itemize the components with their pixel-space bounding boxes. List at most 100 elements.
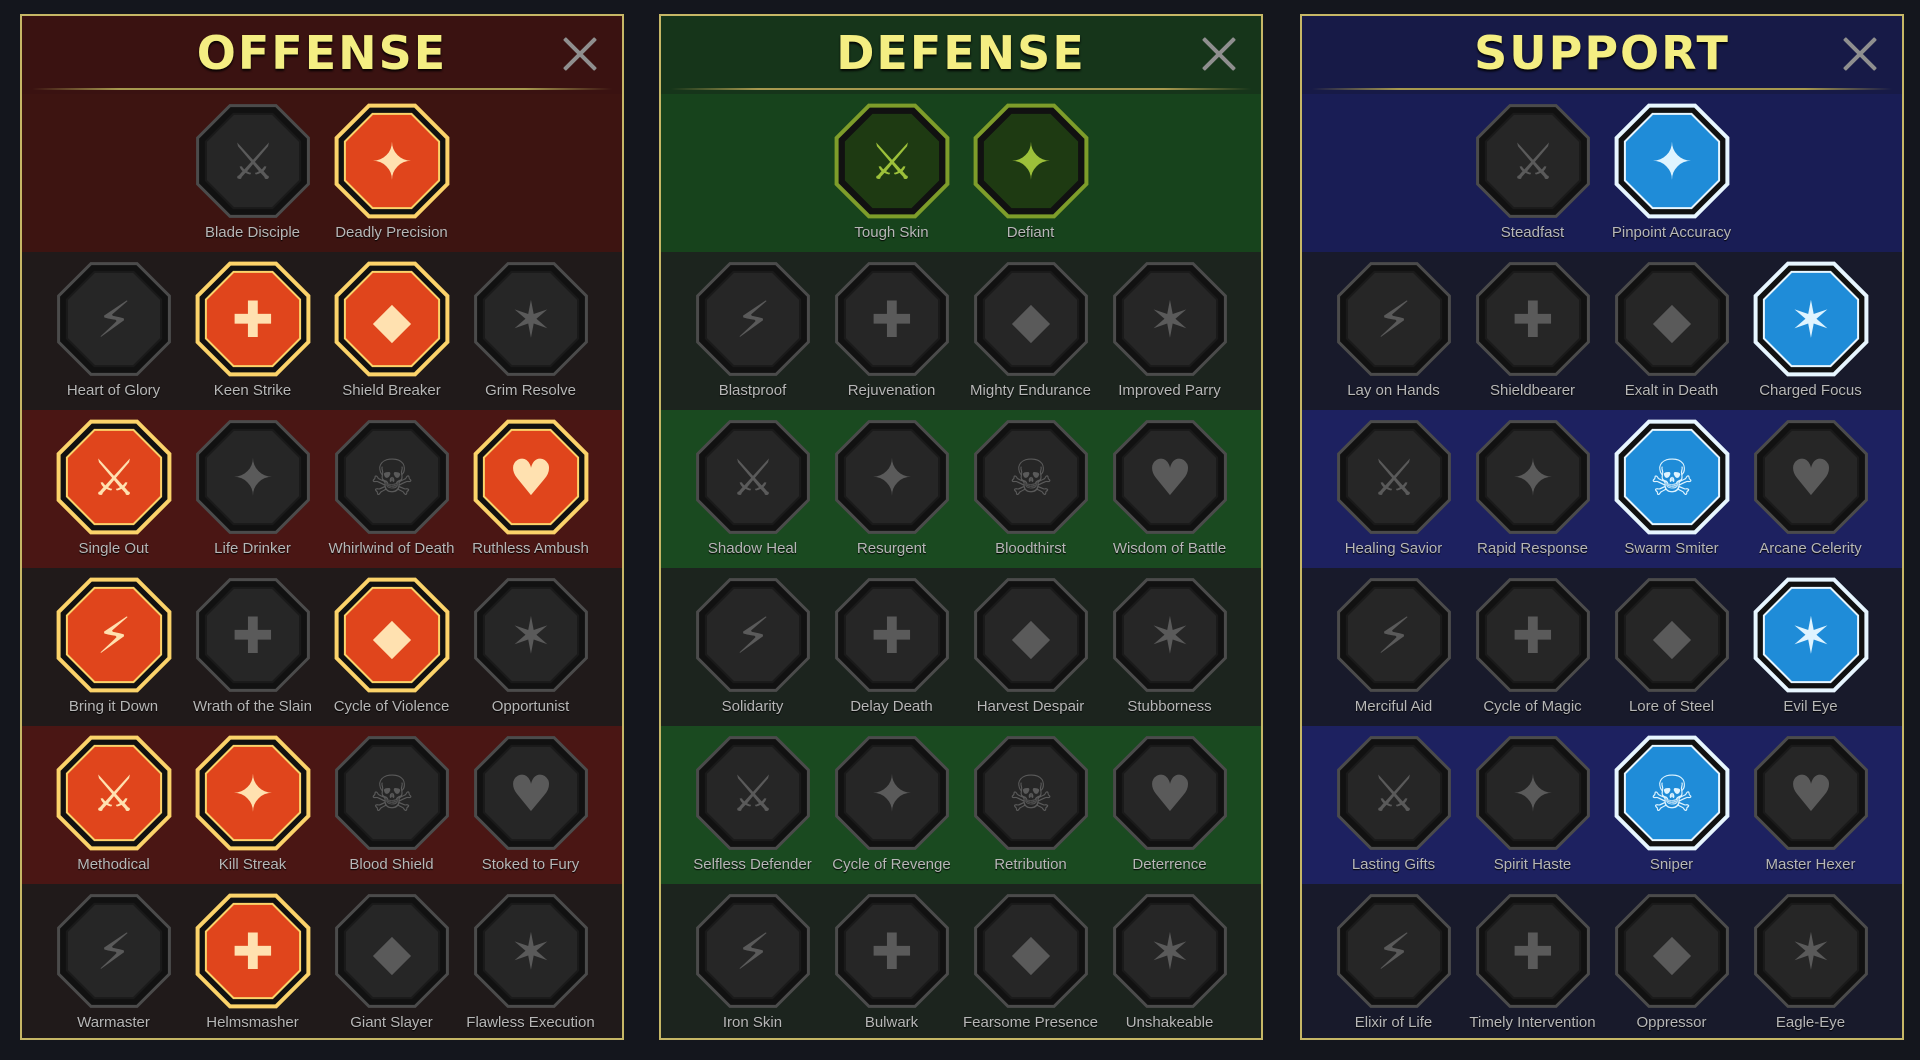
mastery-badge[interactable]: ⚡ xyxy=(1333,258,1455,380)
mastery-badge[interactable]: ✶ xyxy=(1750,258,1872,380)
mastery-grim-resolve[interactable]: ✶ Grim Resolve xyxy=(461,258,600,399)
mastery-badge[interactable]: ✚ xyxy=(192,890,314,1012)
close-icon[interactable] xyxy=(558,32,602,76)
mastery-badge[interactable]: ◆ xyxy=(1611,890,1733,1012)
mastery-deadly-precision[interactable]: ✦ Deadly Precision xyxy=(322,100,461,241)
mastery-badge[interactable]: ♥ xyxy=(1750,732,1872,854)
mastery-badge[interactable]: ♥ xyxy=(470,732,592,854)
mastery-blastproof[interactable]: ⚡ Blastproof xyxy=(683,258,822,399)
mastery-resurgent[interactable]: ✦ Resurgent xyxy=(822,416,961,557)
mastery-badge[interactable]: ◆ xyxy=(331,890,453,1012)
mastery-iron-skin[interactable]: ⚡ Iron Skin xyxy=(683,890,822,1031)
mastery-badge[interactable]: ⚔ xyxy=(1472,100,1594,222)
mastery-badge[interactable]: ✶ xyxy=(1750,890,1872,1012)
mastery-master-hexer[interactable]: ♥ Master Hexer xyxy=(1741,732,1880,873)
mastery-keen-strike[interactable]: ✚ Keen Strike xyxy=(183,258,322,399)
mastery-badge[interactable]: ⚔ xyxy=(53,416,175,538)
mastery-badge[interactable]: ✚ xyxy=(1472,890,1594,1012)
mastery-cycle-of-revenge[interactable]: ✦ Cycle of Revenge xyxy=(822,732,961,873)
mastery-oppressor[interactable]: ◆ Oppressor xyxy=(1602,890,1741,1031)
mastery-badge[interactable]: ✦ xyxy=(831,416,953,538)
mastery-badge[interactable]: ✦ xyxy=(192,732,314,854)
close-icon[interactable] xyxy=(1838,32,1882,76)
mastery-badge[interactable]: ✶ xyxy=(1109,258,1231,380)
mastery-badge[interactable]: ◆ xyxy=(970,890,1092,1012)
mastery-lasting-gifts[interactable]: ⚔ Lasting Gifts xyxy=(1324,732,1463,873)
mastery-badge[interactable]: ◆ xyxy=(1611,574,1733,696)
mastery-badge[interactable]: ♥ xyxy=(1109,416,1231,538)
mastery-badge[interactable]: ♥ xyxy=(1750,416,1872,538)
mastery-badge[interactable]: ✚ xyxy=(1472,258,1594,380)
mastery-badge[interactable]: ◆ xyxy=(331,574,453,696)
mastery-badge[interactable]: ✶ xyxy=(1750,574,1872,696)
mastery-badge[interactable]: ☠ xyxy=(1611,732,1733,854)
mastery-kill-streak[interactable]: ✦ Kill Streak xyxy=(183,732,322,873)
mastery-life-drinker[interactable]: ✦ Life Drinker xyxy=(183,416,322,557)
mastery-helmsmasher[interactable]: ✚ Helmsmasher xyxy=(183,890,322,1031)
mastery-bulwark[interactable]: ✚ Bulwark xyxy=(822,890,961,1031)
mastery-badge[interactable]: ✶ xyxy=(470,890,592,1012)
mastery-badge[interactable]: ⚔ xyxy=(692,732,814,854)
mastery-steadfast[interactable]: ⚔ Steadfast xyxy=(1463,100,1602,241)
mastery-defiant[interactable]: ✦ Defiant xyxy=(961,100,1100,241)
mastery-charged-focus[interactable]: ✶ Charged Focus xyxy=(1741,258,1880,399)
mastery-arcane-celerity[interactable]: ♥ Arcane Celerity xyxy=(1741,416,1880,557)
mastery-sniper[interactable]: ☠ Sniper xyxy=(1602,732,1741,873)
mastery-eagle-eye[interactable]: ✶ Eagle-Eye xyxy=(1741,890,1880,1031)
mastery-badge[interactable]: ☠ xyxy=(331,416,453,538)
mastery-badge[interactable]: ✶ xyxy=(470,574,592,696)
mastery-shadow-heal[interactable]: ⚔ Shadow Heal xyxy=(683,416,822,557)
mastery-merciful-aid[interactable]: ⚡ Merciful Aid xyxy=(1324,574,1463,715)
mastery-elixir-of-life[interactable]: ⚡ Elixir of Life xyxy=(1324,890,1463,1031)
mastery-badge[interactable]: ⚡ xyxy=(53,258,175,380)
mastery-warmaster[interactable]: ⚡ Warmaster xyxy=(44,890,183,1031)
mastery-exalt-in-death[interactable]: ◆ Exalt in Death xyxy=(1602,258,1741,399)
mastery-badge[interactable]: ◆ xyxy=(970,258,1092,380)
mastery-blade-disciple[interactable]: ⚔ Blade Disciple xyxy=(183,100,322,241)
mastery-whirlwind-of-death[interactable]: ☠ Whirlwind of Death xyxy=(322,416,461,557)
mastery-badge[interactable]: ♥ xyxy=(470,416,592,538)
mastery-cycle-of-violence[interactable]: ◆ Cycle of Violence xyxy=(322,574,461,715)
mastery-badge[interactable]: ✦ xyxy=(831,732,953,854)
mastery-badge[interactable]: ⚔ xyxy=(1333,732,1455,854)
mastery-badge[interactable]: ✶ xyxy=(470,258,592,380)
mastery-single-out[interactable]: ⚔ Single Out xyxy=(44,416,183,557)
mastery-badge[interactable]: ✶ xyxy=(1109,574,1231,696)
mastery-bring-it-down[interactable]: ⚡ Bring it Down xyxy=(44,574,183,715)
mastery-mighty-endurance[interactable]: ◆ Mighty Endurance xyxy=(961,258,1100,399)
mastery-badge[interactable]: ✚ xyxy=(831,574,953,696)
mastery-retribution[interactable]: ☠ Retribution xyxy=(961,732,1100,873)
mastery-methodical[interactable]: ⚔ Methodical xyxy=(44,732,183,873)
mastery-timely-intervention[interactable]: ✚ Timely Intervention xyxy=(1463,890,1602,1031)
mastery-lore-of-steel[interactable]: ◆ Lore of Steel xyxy=(1602,574,1741,715)
mastery-badge[interactable]: ☠ xyxy=(970,416,1092,538)
mastery-badge[interactable]: ⚔ xyxy=(692,416,814,538)
mastery-badge[interactable]: ⚡ xyxy=(692,574,814,696)
mastery-badge[interactable]: ✚ xyxy=(1472,574,1594,696)
mastery-badge[interactable]: ⚡ xyxy=(692,258,814,380)
mastery-deterrence[interactable]: ♥ Deterrence xyxy=(1100,732,1239,873)
close-icon[interactable] xyxy=(1197,32,1241,76)
mastery-tough-skin[interactable]: ⚔ Tough Skin xyxy=(822,100,961,241)
mastery-badge[interactable]: ◆ xyxy=(331,258,453,380)
mastery-healing-savior[interactable]: ⚔ Healing Savior xyxy=(1324,416,1463,557)
mastery-shield-breaker[interactable]: ◆ Shield Breaker xyxy=(322,258,461,399)
mastery-badge[interactable]: ✚ xyxy=(192,258,314,380)
mastery-blood-shield[interactable]: ☠ Blood Shield xyxy=(322,732,461,873)
mastery-badge[interactable]: ⚡ xyxy=(53,574,175,696)
mastery-spirit-haste[interactable]: ✦ Spirit Haste xyxy=(1463,732,1602,873)
mastery-badge[interactable]: ⚔ xyxy=(53,732,175,854)
mastery-badge[interactable]: ⚡ xyxy=(692,890,814,1012)
mastery-rapid-response[interactable]: ✦ Rapid Response xyxy=(1463,416,1602,557)
mastery-wrath-of-the-slain[interactable]: ✚ Wrath of the Slain xyxy=(183,574,322,715)
mastery-solidarity[interactable]: ⚡ Solidarity xyxy=(683,574,822,715)
mastery-badge[interactable]: ✦ xyxy=(331,100,453,222)
mastery-badge[interactable]: ⚡ xyxy=(1333,890,1455,1012)
mastery-badge[interactable]: ✚ xyxy=(192,574,314,696)
mastery-badge[interactable]: ⚡ xyxy=(53,890,175,1012)
mastery-selfless-defender[interactable]: ⚔ Selfless Defender xyxy=(683,732,822,873)
mastery-ruthless-ambush[interactable]: ♥ Ruthless Ambush xyxy=(461,416,600,557)
mastery-badge[interactable]: ☠ xyxy=(1611,416,1733,538)
mastery-evil-eye[interactable]: ✶ Evil Eye xyxy=(1741,574,1880,715)
mastery-badge[interactable]: ✦ xyxy=(1611,100,1733,222)
